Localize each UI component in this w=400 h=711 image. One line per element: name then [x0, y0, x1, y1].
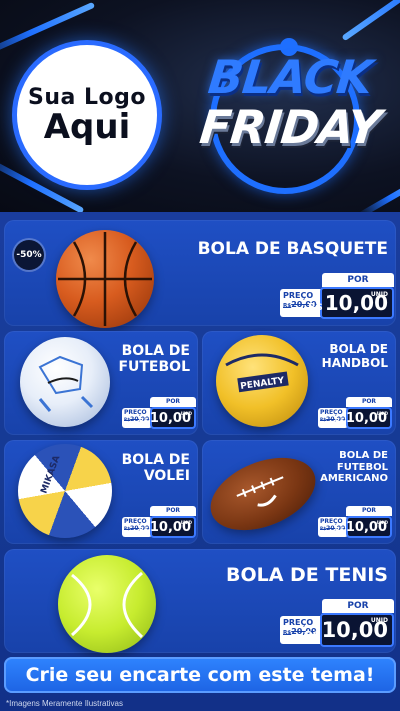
price-tag: POR PREÇO R$20,00 UNID R$ 10,00: [280, 273, 394, 319]
unit-label: UNID: [370, 291, 388, 298]
footnote: *Imagens Meramente Ilustrativas: [6, 699, 123, 708]
black-friday-title-black: BLACK: [205, 50, 375, 104]
product-name: BOLA DE BASQUETE: [197, 239, 388, 259]
price-tag: POR PREÇO R$20,00 UNID R$ 10,00: [280, 599, 394, 647]
currency: R$: [308, 302, 323, 313]
product-name: BOLA DE VOLEI: [121, 452, 190, 485]
decor-stripe: [341, 0, 400, 42]
logo-text-line1: Sua Logo: [27, 84, 146, 110]
tennis-ball-image: [58, 555, 156, 653]
volleyball-image: MIKASA: [18, 444, 112, 538]
product-card-basquete[interactable]: -50% BOLA DE BASQUETE POR PREÇO R$20,00 …: [4, 220, 396, 328]
new-price: UNID R$ 10,00: [139, 407, 196, 429]
cta-banner[interactable]: Crie seu encarte com este tema!: [4, 657, 396, 693]
por-label: POR: [150, 397, 196, 407]
product-card-volei[interactable]: MIKASA BOLA DE VOLEI POR PREÇO R$20,00 UN…: [4, 440, 198, 544]
soccer-ball-image: [20, 337, 110, 427]
product-card-futebol[interactable]: BOLA DE FUTEBOL POR PREÇO R$20,00 UNID R$…: [4, 331, 198, 435]
header-banner: Sua Logo Aqui BLACK FRIDAY: [0, 0, 400, 212]
price-tag: POR PREÇO R$20,00 UNID R$ 10,00: [318, 397, 392, 429]
price-tag: POR PREÇO R$20,00 UNID R$ 10,00: [318, 506, 392, 538]
logo-placeholder: Sua Logo Aqui: [12, 40, 162, 190]
product-card-handbol[interactable]: PENALTY BOLA DE HANDBOL POR PREÇO R$20,00…: [202, 331, 396, 435]
svg-text:MIKASA: MIKASA: [39, 454, 62, 495]
handball-image: PENALTY: [216, 335, 308, 427]
discount-badge: -50%: [14, 240, 44, 270]
american-football-image: [200, 443, 326, 545]
product-name: BOLA DE FUTEBOL AMERICANO: [320, 450, 388, 484]
product-name: BOLA DE TENIS: [225, 564, 388, 586]
por-label: POR: [322, 273, 394, 287]
black-friday-title-friday: FRIDAY: [197, 100, 383, 154]
product-card-futebol-americano[interactable]: BOLA DE FUTEBOL AMERICANO POR PREÇO R$20,0…: [200, 440, 396, 545]
basketball-image: [56, 230, 154, 328]
product-name: BOLA DE FUTEBOL: [118, 343, 190, 376]
price-tag: POR PREÇO R$20,00 UNID R$ 10,00: [122, 506, 196, 538]
logo-text-line2: Aqui: [43, 106, 131, 147]
product-card-tenis[interactable]: BOLA DE TENIS POR PREÇO R$20,00 UNID R$ …: [4, 549, 396, 653]
decor-stripe: [358, 177, 400, 212]
new-price: UNID R$ 10,00: [308, 287, 394, 319]
price-tag: POR PREÇO R$20,00 UNID R$ 10,00: [122, 397, 196, 429]
preco-label: PREÇO: [283, 291, 314, 300]
product-name: BOLA DE HANDBOL: [321, 342, 388, 370]
